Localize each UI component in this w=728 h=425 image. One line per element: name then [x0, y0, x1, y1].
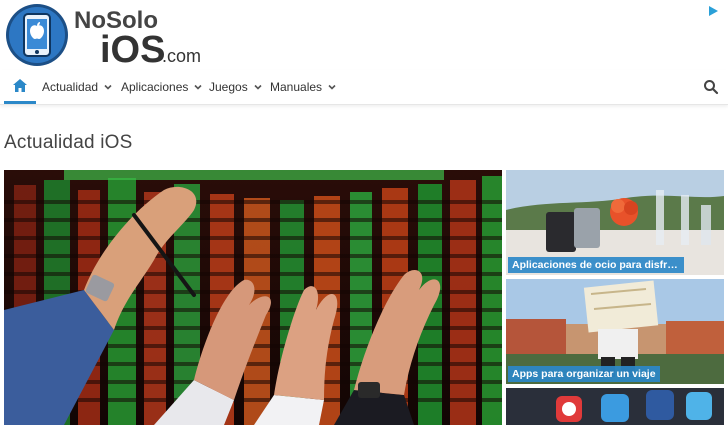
search-button[interactable]	[702, 78, 720, 96]
section-title: Actualidad iOS	[4, 132, 133, 153]
brand-name-suffix: .com	[162, 46, 201, 66]
ad-choices-icon[interactable]	[706, 4, 720, 18]
nav-item-label: Actualidad	[42, 80, 99, 94]
article-card[interactable]	[506, 388, 724, 425]
chevron-down-icon	[103, 82, 113, 92]
article-card[interactable]: Aplicaciones de ocio para disfrutar de..…	[506, 170, 724, 275]
home-icon	[13, 79, 27, 92]
nav-item-juegos[interactable]: Juegos	[209, 70, 263, 104]
brand-name-main: iOS	[100, 29, 165, 68]
chevron-down-icon	[327, 82, 337, 92]
chevron-down-icon	[193, 82, 203, 92]
nav-item-label: Manuales	[270, 80, 323, 94]
nav-item-manuales[interactable]: Manuales	[270, 70, 337, 104]
main-nav: Actualidad Aplicaciones Juegos Manuales	[0, 70, 728, 105]
nav-item-actualidad[interactable]: Actualidad	[42, 70, 113, 104]
home-button[interactable]	[4, 70, 36, 104]
article-card-title: Aplicaciones de ocio para disfrutar de..…	[508, 257, 684, 273]
nav-item-label: Juegos	[209, 80, 248, 94]
search-icon	[704, 80, 719, 95]
site-logo[interactable]: NoSolo iOS .com	[4, 2, 214, 68]
nav-item-aplicaciones[interactable]: Aplicaciones	[121, 70, 203, 104]
article-card[interactable]: Apps para organizar un viaje	[506, 279, 724, 384]
featured-article-image[interactable]	[4, 170, 502, 425]
site-header: NoSolo iOS .com	[0, 0, 728, 70]
chevron-down-icon	[253, 82, 263, 92]
nav-item-label: Aplicaciones	[121, 80, 189, 94]
article-card-title: Apps para organizar un viaje	[508, 366, 660, 382]
